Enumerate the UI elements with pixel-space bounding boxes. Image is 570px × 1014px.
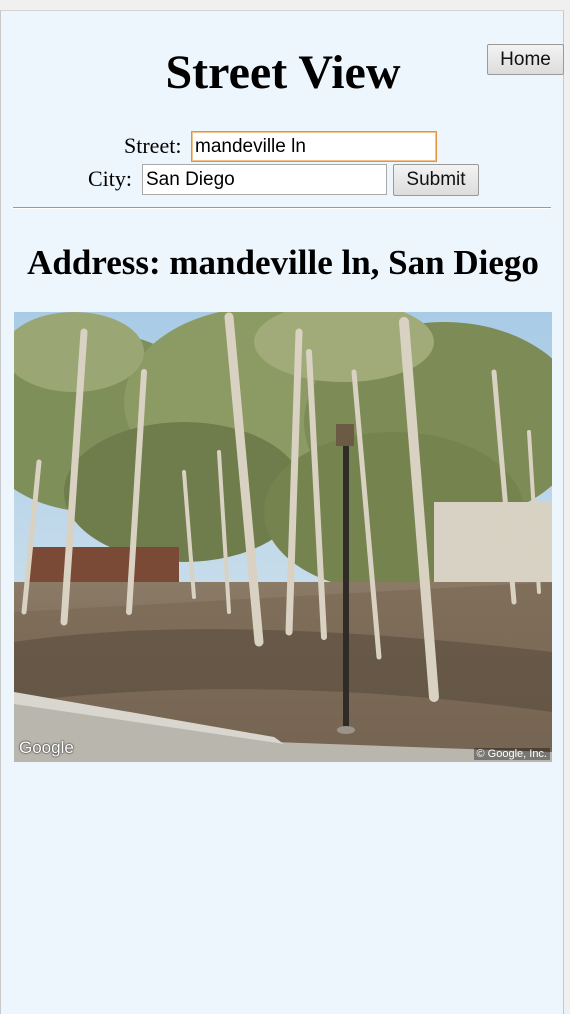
- city-label: City:: [88, 166, 133, 191]
- page: Home Street View Street: City: Submit Ad…: [0, 10, 564, 1014]
- address-heading: Address: mandeville ln, San Diego: [27, 243, 539, 282]
- google-watermark: Google: [19, 738, 74, 757]
- city-input[interactable]: [142, 164, 387, 195]
- divider: [13, 207, 551, 209]
- street-input[interactable]: [191, 131, 437, 162]
- page-title: Street View: [165, 46, 401, 99]
- street-label: Street:: [124, 133, 182, 158]
- submit-button[interactable]: Submit: [393, 164, 479, 196]
- copyright-label: © Google, Inc.: [473, 748, 550, 760]
- street-view-image: Google © Google, Inc.: [14, 312, 552, 762]
- street-view-photo: [14, 312, 552, 762]
